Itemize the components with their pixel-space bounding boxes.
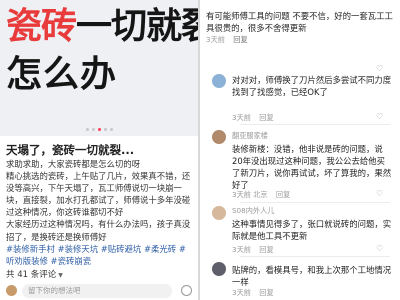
comment-meta: 3天前 北京 回复 <box>232 190 290 200</box>
commenter-name: 翻亚服家楼 <box>232 131 268 140</box>
comments-panel: 有可能师傅工具的问题 不要不信，好的一套瓦工工具很贵的，很多不舍得更新 3天前 … <box>200 0 400 300</box>
cover-headline: 瓷砖一切就裂 <box>6 8 198 46</box>
comment-text: 有可能师傅工具的问题 不要不信，好的一套瓦工工具很贵的，很多不舍得更新 <box>206 11 393 33</box>
tag-link[interactable]: #装修天坑 <box>58 244 99 254</box>
reply-button[interactable]: 回复 <box>259 288 273 297</box>
like-icon[interactable]: ♡ <box>376 189 383 198</box>
carousel-dot-active <box>98 128 101 131</box>
comment-meta: 3天前 回复 <box>232 245 274 255</box>
avatar[interactable] <box>212 74 226 88</box>
comment-text: 装修新楼：没错，他非说是砖的问题，说20年没出现过这种问题，我公公去给他买了新刀… <box>232 144 392 190</box>
comments-count-label: 共 41 条评论 <box>6 270 57 280</box>
comment-time: 3天前 <box>206 35 225 44</box>
post-paragraph: 精心挑选的瓷砖，上午贴了几片，效果真不错，还没等高兴，下午天塌了，瓦工师傅说切一… <box>6 171 191 218</box>
reply-button[interactable]: 回复 <box>233 35 247 44</box>
comment-meta: 3天前 回复 <box>206 34 394 46</box>
comment-divider <box>240 124 390 125</box>
comment-text: 这种事情见得多了，张口就说砖的问题，实际就是他工具不更新 <box>232 219 392 241</box>
comments-count[interactable]: 共 41 条评论 ▼ <box>6 268 63 280</box>
tag-link[interactable]: #柔光砖 <box>144 244 176 254</box>
cover-subline: 怎么办 <box>6 54 118 95</box>
post-panel: 瓷砖一切就裂 怎么办 天塌了，瓷砖一切就裂... 求助求助，大家瓷砖都是怎么切的… <box>0 0 198 300</box>
comment-text: 贴牌的，看模具号，和我上次那个工地情况一样 <box>232 265 392 287</box>
comment-meta: 3天前 回复 <box>232 113 274 123</box>
comment-time: 3天前 <box>232 113 251 122</box>
tag-link[interactable]: #瓷砖崩瓷 <box>51 256 92 266</box>
comment-time: 3天前 <box>232 288 251 297</box>
comment-text: 对对对，师傅换了刀片然后多尝试不同力度找到了找感觉，已经OK了 <box>232 75 392 97</box>
carousel-dot <box>86 128 89 131</box>
like-icon[interactable]: ♡ <box>376 64 383 73</box>
post-tags: #装修新手村 #装修天坑 #贴砖避坑 #柔光砖 #听劝版装修 #瓷砖崩瓷 <box>6 243 194 267</box>
tag-link[interactable]: #贴砖避坑 <box>101 244 142 254</box>
comment-meta: 3天前 回复 <box>232 288 274 298</box>
comment-divider <box>240 256 390 257</box>
chevron-down-icon: ▼ <box>58 272 63 279</box>
avatar[interactable] <box>212 206 226 220</box>
screenshot-composite: 瓷砖一切就裂 怎么办 天塌了，瓷砖一切就裂... 求助求助，大家瓷砖都是怎么切的… <box>0 0 400 300</box>
cover-headline-black: 一切就裂 <box>76 6 198 47</box>
carousel-dots <box>86 128 113 131</box>
like-icon[interactable]: ♡ <box>376 244 383 253</box>
comment-divider <box>240 202 390 203</box>
comment-input-bar: 留下你的想法吧 <box>6 284 192 298</box>
post-paragraph: 大家经历过这种情况吗，有什么办法吗，孩子真没招了，是换砖还是换师傅好 <box>6 219 191 242</box>
comment-input[interactable]: 留下你的想法吧 <box>22 284 172 298</box>
post-body: 求助求助，大家瓷砖都是怎么切的呀 精心挑选的瓷砖，上午贴了几片，效果真不错，还没… <box>6 158 194 267</box>
emoji-icon[interactable] <box>181 285 192 296</box>
reply-button[interactable]: 回复 <box>259 113 273 122</box>
carousel-dot <box>92 128 95 131</box>
reply-button[interactable]: 回复 <box>259 245 273 254</box>
post-title: 天塌了，瓷砖一切就裂... <box>6 143 135 157</box>
comment-time: 3天前 <box>232 245 251 254</box>
avatar[interactable] <box>212 262 226 276</box>
comment-item: 有可能师傅工具的问题 不要不信，好的一套瓦工工具很贵的，很多不舍得更新 3天前 … <box>206 10 394 46</box>
avatar <box>6 285 17 296</box>
carousel-dot <box>104 128 107 131</box>
post-paragraph: 求助求助，大家瓷砖都是怎么切的呀 <box>6 159 140 169</box>
post-cover-image[interactable]: 瓷砖一切就裂 怎么办 <box>0 0 198 136</box>
reply-button[interactable]: 回复 <box>276 190 290 199</box>
cover-headline-red: 瓷砖 <box>6 6 77 47</box>
avatar[interactable] <box>212 130 226 144</box>
tag-link[interactable]: #装修新手村 <box>6 244 55 254</box>
carousel-dot <box>110 128 113 131</box>
commenter-name: S08内外人儿 <box>232 206 275 215</box>
like-icon[interactable]: ♡ <box>376 112 383 121</box>
comment-time: 3天前 北京 <box>232 190 268 199</box>
